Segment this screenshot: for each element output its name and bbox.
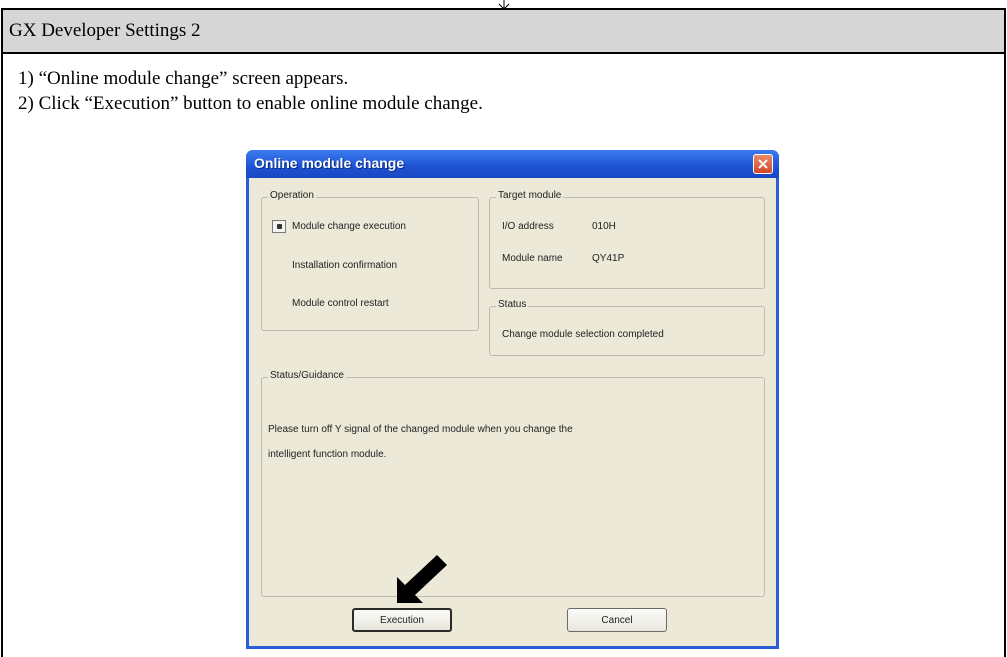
status-value: Change module selection completed (502, 329, 664, 340)
close-icon (758, 159, 768, 169)
module-name-label: Module name (502, 253, 563, 264)
online-module-change-dialog: Online module change Operation Module ch… (246, 150, 779, 649)
status-guidance-group: Status/Guidance Please turn off Y signal… (261, 370, 765, 597)
dialog-body: Operation Module change execution Instal… (249, 178, 776, 646)
cancel-button[interactable]: Cancel (567, 608, 667, 632)
close-button[interactable] (753, 154, 773, 174)
module-change-execution-radio[interactable] (272, 220, 286, 233)
pointer-arrow-icon (397, 555, 447, 603)
section-header: GX Developer Settings 2 (3, 10, 1004, 54)
operation-group-label: Operation (268, 190, 316, 201)
module-name-value: QY41P (592, 253, 625, 264)
step-1: 1) “Online module change” screen appears… (18, 68, 349, 89)
dialog-titlebar[interactable]: Online module change (246, 150, 779, 178)
step-2: 2) Click “Execution” button to enable on… (18, 93, 483, 114)
execution-button[interactable]: Execution (352, 608, 452, 632)
selected-indicator-icon (276, 224, 282, 229)
step-list: 1) “Online module change” screen appears… (18, 66, 483, 116)
status-group-label: Status (496, 299, 529, 310)
installation-confirmation-label: Installation confirmation (292, 260, 398, 271)
dialog-title: Online module change (254, 155, 405, 171)
operation-group: Operation Module change execution Instal… (261, 190, 479, 331)
module-change-execution-label: Module change execution (292, 221, 406, 232)
status-group: Status Change module selection completed (489, 299, 765, 356)
module-control-restart-label: Module control restart (292, 298, 389, 309)
io-address-value: 010H (592, 221, 616, 232)
section-title: GX Developer Settings 2 (9, 20, 201, 41)
guidance-line-2: intelligent function module. (268, 449, 387, 460)
guidance-line-1: Please turn off Y signal of the changed … (268, 424, 573, 435)
target-module-group: Target module I/O address 010H Module na… (489, 190, 765, 289)
target-module-group-label: Target module (496, 190, 564, 201)
status-guidance-group-label: Status/Guidance (268, 370, 346, 381)
io-address-label: I/O address (502, 221, 554, 232)
